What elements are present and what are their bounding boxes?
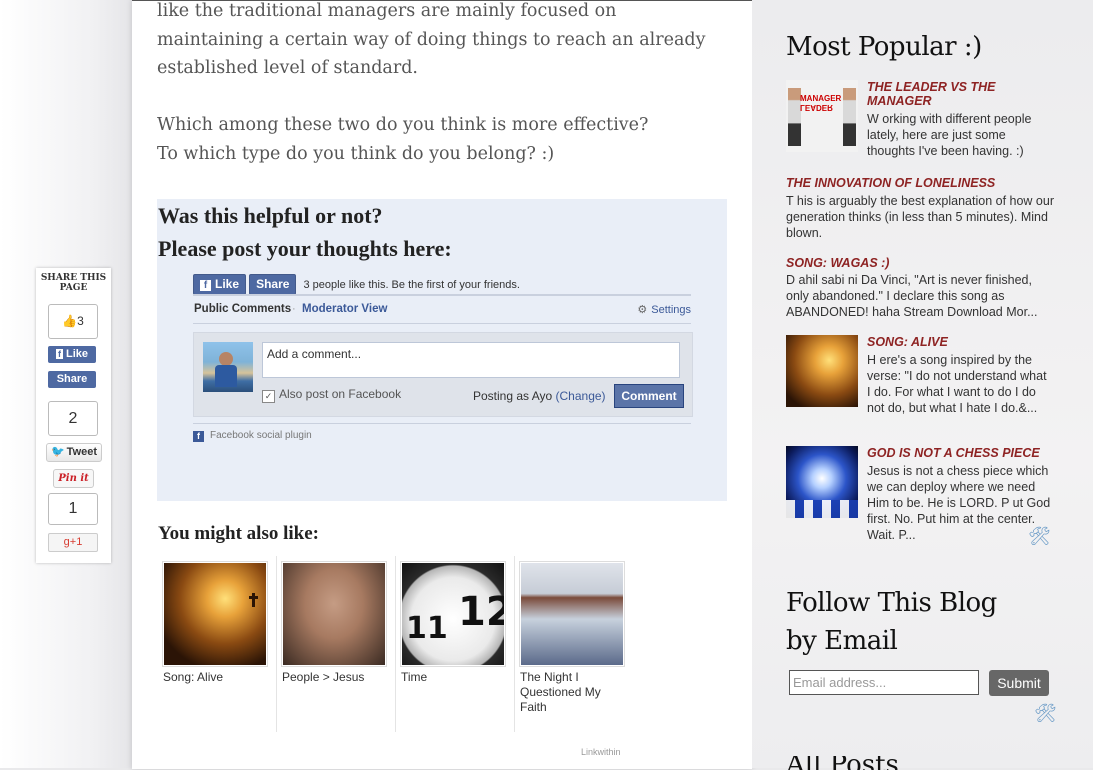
cross-bar-shape: [249, 596, 258, 599]
facebook-like-bar: f Like Share 3 people like this. Be the f…: [193, 274, 520, 295]
related-caption[interactable]: Song: Alive: [163, 670, 263, 685]
popular-post-thumbnail[interactable]: [786, 446, 858, 518]
clock-image: 12 11: [402, 563, 504, 665]
avatar-head: [219, 352, 233, 366]
facebook-like-button[interactable]: f Like: [48, 346, 96, 363]
posting-as-text: Posting as Ayo (Change): [473, 389, 606, 403]
popular-post-title[interactable]: SONG: ALIVE: [867, 335, 1047, 349]
comment-tabs: Public Comments · Moderator View ⚙ Settin…: [193, 294, 691, 324]
popular-post-snippet: Jesus is not a chess piece which we can …: [867, 464, 1051, 542]
related-item[interactable]: The Night I Questioned My Faith: [514, 556, 633, 732]
related-caption[interactable]: The Night I Questioned My Faith: [520, 670, 620, 715]
article-question-1: Which among these two do you think is mo…: [157, 115, 649, 135]
facebook-plugin-credit[interactable]: f Facebook social plugin: [193, 423, 691, 442]
clock-number: 12: [458, 589, 504, 635]
checkmark-icon: ✓: [262, 390, 275, 403]
most-popular-title: Most Popular :): [786, 32, 982, 62]
popular-post-snippet: H ere's a song inspired by the verse: "I…: [867, 353, 1047, 415]
tweet-button[interactable]: 🐦 Tweet: [46, 443, 102, 462]
person-figure: [843, 88, 856, 146]
related-item[interactable]: Song: Alive: [158, 556, 276, 732]
popular-post-title[interactable]: THE INNOVATION OF LONELINESS: [786, 176, 1066, 190]
email-field[interactable]: Email address...: [789, 670, 979, 695]
tweet-counter: 2: [48, 401, 98, 436]
gymnast-image: [521, 563, 623, 665]
related-thumbnail[interactable]: 12 11: [400, 561, 506, 667]
related-item[interactable]: People > Jesus: [276, 556, 395, 732]
related-posts-heading: You might also like:: [158, 523, 319, 544]
linkwithin-credit[interactable]: Linkwithin: [581, 747, 621, 757]
popular-post-title[interactable]: SONG: WAGAS :): [786, 256, 1066, 270]
popular-post-snippet: D ahil sabi ni Da Vinci, "Art is never f…: [786, 273, 1038, 319]
facebook-f-icon: f: [200, 280, 211, 291]
pinit-button[interactable]: Pin it: [53, 469, 94, 488]
chessboard-shape: [786, 500, 858, 518]
facebook-share-button[interactable]: Share: [249, 274, 297, 295]
twitter-bird-icon: 🐦: [50, 446, 65, 458]
comments-heading: Was this helpful or not?: [158, 203, 383, 228]
worried-face-image: [283, 563, 385, 665]
gear-icon: ⚙: [637, 304, 648, 316]
share-bar-title: SHARE THIS PAGE: [40, 273, 107, 293]
popular-post-title[interactable]: GOD IS NOT A CHESS PIECE: [867, 446, 1057, 460]
tab-separator: ·: [292, 303, 296, 315]
comment-composer: Add a comment... ✓ Also post on Facebook …: [193, 332, 693, 417]
article-question-2: To which type do you think do you belong…: [157, 143, 555, 164]
popular-post-thumbnail[interactable]: MANAGER LEADER: [786, 80, 858, 152]
facebook-logo-icon: f: [193, 431, 204, 442]
related-caption[interactable]: Time: [401, 670, 501, 685]
thumbnail-text: MANAGER LEADER: [800, 94, 842, 113]
article-paragraph: like the traditional managers are mainly…: [157, 1, 706, 78]
like-counter: 👍3: [48, 304, 98, 339]
popular-post-thumbnail[interactable]: [786, 335, 858, 407]
comment-button[interactable]: Comment: [614, 384, 684, 408]
popular-post-snippet: W orking with different people lately, h…: [867, 112, 1032, 158]
gplus-button[interactable]: g+1: [48, 533, 98, 552]
change-account-link[interactable]: (Change): [556, 389, 606, 403]
tab-public-comments[interactable]: Public Comments: [194, 303, 291, 315]
share-bar: SHARE THIS PAGE 👍3 f Like Share 2 🐦 Tweet …: [36, 268, 111, 563]
facebook-share-button[interactable]: Share: [48, 371, 96, 388]
follow-blog-title: Follow This Blog by Email: [786, 588, 997, 656]
facebook-like-button[interactable]: f Like: [193, 274, 247, 295]
related-thumbnail[interactable]: [281, 561, 387, 667]
comments-section: Was this helpful or not? Please post you…: [157, 199, 727, 501]
related-item[interactable]: 12 11 Time: [395, 556, 514, 732]
settings-link[interactable]: ⚙ Settings: [637, 303, 691, 316]
comment-input[interactable]: Add a comment...: [262, 342, 680, 378]
related-thumbnail[interactable]: [162, 561, 268, 667]
gplus-counter: 1: [48, 493, 98, 525]
thumbs-up-icon: 👍: [62, 314, 78, 328]
also-post-checkbox[interactable]: ✓ Also post on Facebook: [262, 387, 401, 403]
facebook-f-icon: f: [55, 349, 63, 359]
popular-post-title[interactable]: THE LEADER VS THE MANAGER: [867, 80, 1027, 108]
edit-widget-icon[interactable]: 🛠: [1034, 703, 1057, 724]
article-paragraph-questions: Which among these two do you think is mo…: [157, 111, 727, 168]
related-thumbnail[interactable]: [519, 561, 625, 667]
related-caption[interactable]: People > Jesus: [282, 670, 382, 685]
popular-post-snippet: T his is arguably the best explanation o…: [786, 194, 1054, 240]
clock-number: 11: [406, 611, 448, 646]
avatar-body: [215, 365, 237, 387]
like-count-text: 3 people like this. Be the first of your…: [303, 278, 520, 291]
sunset-cross-image: [164, 563, 266, 665]
submit-button[interactable]: Submit: [989, 670, 1049, 696]
comments-subheading: Please post your thoughts here:: [158, 236, 452, 261]
tab-moderator-view[interactable]: Moderator View: [302, 303, 387, 315]
avatar: [203, 342, 253, 392]
edit-widget-icon[interactable]: 🛠: [1028, 526, 1051, 547]
